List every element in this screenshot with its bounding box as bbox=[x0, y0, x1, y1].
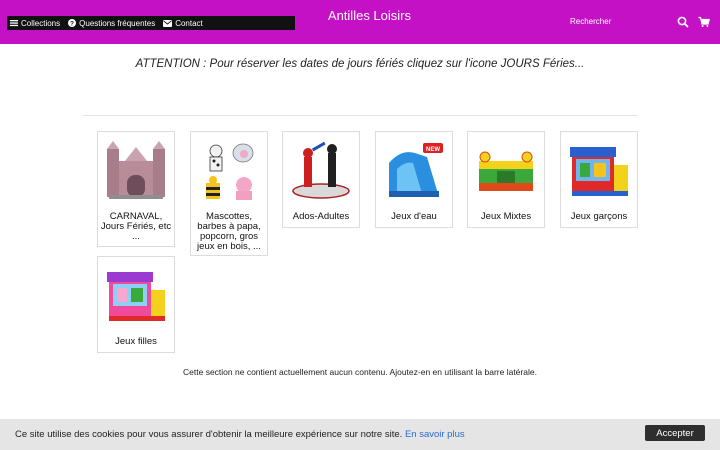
section-divider bbox=[83, 115, 638, 116]
site-header: Collections ? Questions fréquentes Conta… bbox=[0, 0, 720, 44]
nav-contact-label: Contact bbox=[175, 18, 203, 28]
cart-icon[interactable] bbox=[698, 16, 710, 28]
boys-bouncer-image bbox=[568, 139, 630, 201]
cookie-banner: Ce site utilise des cookies pour vous as… bbox=[0, 419, 720, 450]
collection-card-mascottes[interactable]: Mascottes, barbes à papa, popcorn, gros … bbox=[190, 131, 268, 256]
collection-label: Jeux filles bbox=[115, 336, 157, 347]
nav-collections-label: Collections bbox=[21, 18, 61, 28]
brand-title-row: Antilles Loisirs bbox=[300, 8, 436, 24]
top-nav: Collections ? Questions fréquentes Conta… bbox=[7, 16, 295, 30]
carnaval-castle-image bbox=[105, 139, 167, 201]
cookie-message: Ce site utilise des cookies pour vous as… bbox=[15, 429, 403, 440]
search-icon[interactable] bbox=[677, 16, 689, 28]
collection-label: Jeux garçons bbox=[570, 211, 628, 222]
collection-label: Jeux d'eau bbox=[391, 211, 437, 222]
collection-card-jeux-mixtes[interactable]: Jeux Mixtes bbox=[467, 131, 545, 228]
ados-adultes-image bbox=[290, 139, 352, 201]
brand-title: Antilles Loisirs bbox=[327, 8, 411, 23]
site-brand[interactable]: Antilles Loisirs bbox=[300, 8, 436, 24]
collection-card-jeux-garcons[interactable]: Jeux garçons bbox=[560, 131, 638, 228]
accept-cookies-button[interactable]: Accepter bbox=[645, 425, 705, 441]
collection-card-jeux-filles[interactable]: Jeux filles bbox=[97, 256, 175, 353]
question-circle-icon: ? bbox=[68, 19, 77, 27]
mixed-bouncer-image bbox=[475, 139, 537, 201]
empty-section-message: Cette section ne contient actuellement a… bbox=[183, 367, 537, 377]
svg-text:?: ? bbox=[70, 20, 74, 27]
collection-card-carnaval[interactable]: CARNAVAL, Jours Fériés, etc ... bbox=[97, 131, 175, 247]
water-slide-image: NEW bbox=[383, 139, 445, 201]
nav-faq[interactable]: ? Questions fréquentes bbox=[68, 19, 155, 28]
search-input[interactable] bbox=[570, 17, 660, 26]
envelope-icon bbox=[163, 19, 173, 27]
nav-contact[interactable]: Contact bbox=[163, 19, 203, 28]
menu-icon bbox=[10, 20, 18, 27]
collection-label: Ados-Adultes bbox=[292, 211, 350, 222]
collection-label: Jeux Mixtes bbox=[480, 211, 532, 222]
nav-collections[interactable]: Collections bbox=[10, 19, 60, 28]
nav-faq-label: Questions fréquentes bbox=[79, 18, 156, 28]
cookie-text-row: Ce site utilise des cookies pour vous as… bbox=[15, 429, 465, 440]
svg-text:NEW: NEW bbox=[426, 147, 440, 153]
collection-card-ados-adultes[interactable]: Ados-Adultes bbox=[282, 131, 360, 228]
girls-bouncer-image bbox=[105, 264, 167, 326]
mascots-popcorn-image bbox=[198, 139, 260, 201]
collection-label: Mascottes, barbes à papa, popcorn, gros … bbox=[197, 211, 261, 252]
collection-label: CARNAVAL, Jours Fériés, etc ... bbox=[100, 211, 172, 242]
collection-card-jeux-deau[interactable]: NEW Jeux d'eau bbox=[375, 131, 453, 228]
cookie-learn-more-link[interactable]: En savoir plus bbox=[405, 429, 465, 440]
holiday-notice: ATTENTION : Pour réserver les dates de j… bbox=[135, 58, 585, 70]
